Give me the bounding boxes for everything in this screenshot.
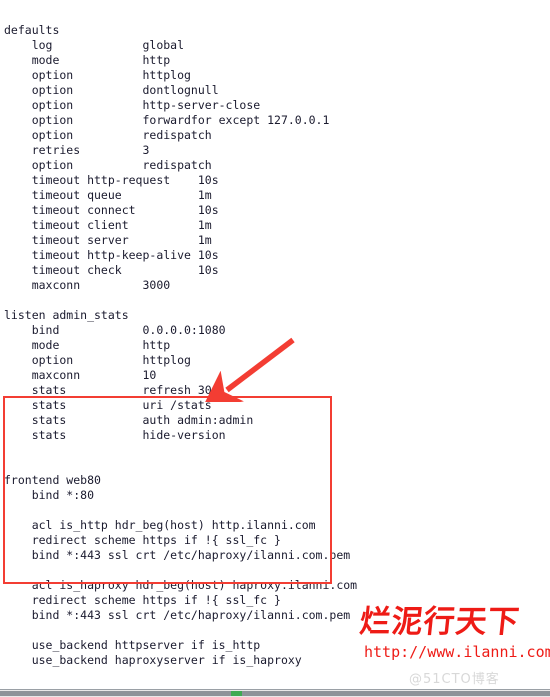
config-line bbox=[0, 458, 550, 473]
config-line: mode http bbox=[4, 337, 171, 352]
config-line: stats hide-version bbox=[4, 427, 226, 442]
config-line: timeout queue 1m bbox=[4, 187, 212, 202]
config-line bbox=[0, 563, 550, 578]
config-line: frontend web80 bbox=[4, 472, 101, 487]
config-line: redirect scheme https if !{ ssl_fc } bbox=[4, 592, 281, 607]
config-line: use_backend haproxyserver if is_haproxy bbox=[4, 652, 302, 667]
config-line: defaults bbox=[4, 22, 60, 37]
config-line: mode http bbox=[4, 52, 171, 67]
config-line: listen admin_stats bbox=[4, 307, 129, 322]
config-line: option httplog bbox=[4, 67, 191, 82]
config-line: option redispatch bbox=[4, 127, 212, 142]
config-text-area[interactable]: defaults log global mode http option htt… bbox=[0, 12, 550, 697]
config-line: maxconn 3000 bbox=[4, 277, 171, 292]
horizontal-scrollbar[interactable] bbox=[0, 689, 550, 697]
config-line: stats refresh 30s bbox=[4, 382, 219, 397]
scrollbar-thumb[interactable] bbox=[0, 691, 550, 696]
config-line: bind *:443 ssl crt /etc/haproxy/ilanni.c… bbox=[4, 547, 351, 562]
config-line: bind *:80 bbox=[4, 487, 95, 502]
config-screenshot: defaults log global mode http option htt… bbox=[0, 0, 550, 697]
config-line: option http-server-close bbox=[4, 97, 261, 112]
config-line: redirect scheme https if !{ ssl_fc } bbox=[4, 532, 281, 547]
config-line: timeout http-keep-alive 10s bbox=[4, 247, 219, 262]
config-line: bind 0.0.0.0:1080 bbox=[4, 322, 226, 337]
scrollbar-position-marker bbox=[231, 691, 242, 696]
config-line: timeout client 1m bbox=[4, 217, 212, 232]
config-line: stats uri /stats bbox=[4, 397, 212, 412]
config-line: stats auth admin:admin bbox=[4, 412, 254, 427]
config-line: timeout check 10s bbox=[4, 262, 219, 277]
config-line: timeout server 1m bbox=[4, 232, 212, 247]
config-line: option dontlognull bbox=[4, 82, 219, 97]
config-line: acl is_haproxy hdr_beg(host) haproxy.ila… bbox=[4, 577, 358, 592]
config-line bbox=[0, 623, 550, 638]
config-line bbox=[0, 443, 550, 458]
config-line: log global bbox=[4, 37, 185, 52]
config-line: bind *:443 ssl crt /etc/haproxy/ilanni.c… bbox=[4, 607, 351, 622]
config-line bbox=[0, 503, 550, 518]
config-line: acl is_http hdr_beg(host) http.ilanni.co… bbox=[4, 517, 316, 532]
config-line: retries 3 bbox=[4, 142, 150, 157]
config-line: timeout http-request 10s bbox=[4, 172, 219, 187]
config-line: option redispatch bbox=[4, 157, 212, 172]
config-line bbox=[0, 293, 550, 308]
config-line: maxconn 10 bbox=[4, 367, 157, 382]
config-line: timeout connect 10s bbox=[4, 202, 219, 217]
config-line: option httplog bbox=[4, 352, 191, 367]
config-line bbox=[0, 668, 550, 683]
config-line: option forwardfor except 127.0.0.1 bbox=[4, 112, 330, 127]
config-line: use_backend httpserver if is_http bbox=[4, 637, 261, 652]
